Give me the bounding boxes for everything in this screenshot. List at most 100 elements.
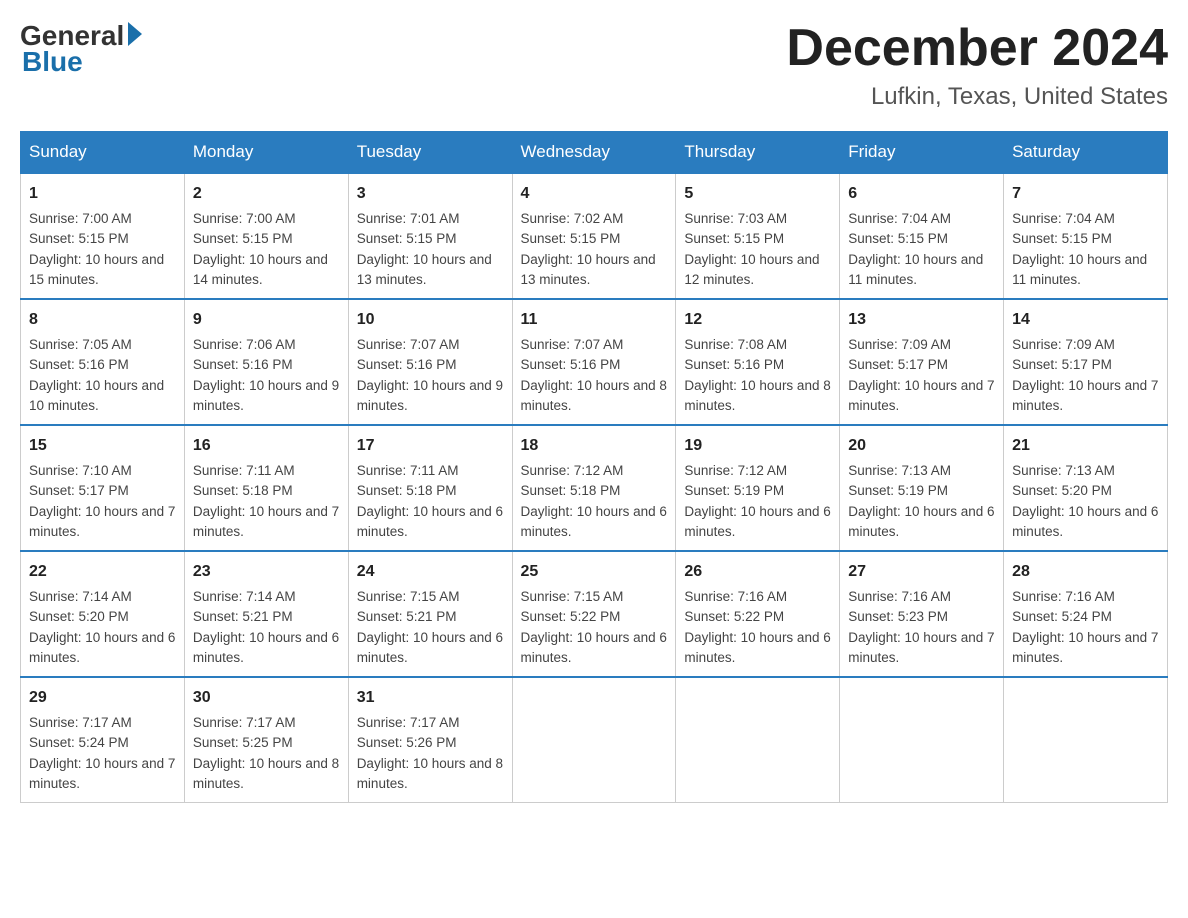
day-number: 13	[848, 308, 995, 332]
calendar-day-cell: 3 Sunrise: 7:01 AMSunset: 5:15 PMDaylight…	[348, 173, 512, 299]
calendar-day-cell: 18 Sunrise: 7:12 AMSunset: 5:18 PMDayligh…	[512, 425, 676, 551]
calendar-day-cell	[512, 677, 676, 803]
day-number: 5	[684, 182, 831, 206]
calendar-day-cell	[1004, 677, 1168, 803]
day-info: Sunrise: 7:15 AMSunset: 5:22 PMDaylight:…	[521, 589, 667, 665]
calendar-header-monday: Monday	[184, 132, 348, 174]
day-number: 11	[521, 308, 668, 332]
day-number: 25	[521, 560, 668, 584]
calendar-header-row: SundayMondayTuesdayWednesdayThursdayFrid…	[21, 132, 1168, 174]
calendar-day-cell: 29 Sunrise: 7:17 AMSunset: 5:24 PMDayligh…	[21, 677, 185, 803]
day-info: Sunrise: 7:01 AMSunset: 5:15 PMDaylight:…	[357, 211, 492, 287]
day-number: 20	[848, 434, 995, 458]
calendar-header-friday: Friday	[840, 132, 1004, 174]
calendar-header-saturday: Saturday	[1004, 132, 1168, 174]
day-info: Sunrise: 7:11 AMSunset: 5:18 PMDaylight:…	[193, 463, 339, 539]
day-info: Sunrise: 7:03 AMSunset: 5:15 PMDaylight:…	[684, 211, 819, 287]
calendar-day-cell: 24Sunrise: 7:15 AMSunset: 5:21 PMDayligh…	[348, 551, 512, 677]
logo-blue-label: Blue	[22, 46, 83, 78]
day-number: 24	[357, 560, 504, 584]
day-info: Sunrise: 7:05 AMSunset: 5:16 PMDaylight:…	[29, 337, 164, 413]
calendar-table: SundayMondayTuesdayWednesdayThursdayFrid…	[20, 131, 1168, 803]
day-number: 22	[29, 560, 176, 584]
day-info: Sunrise: 7:04 AMSunset: 5:15 PMDaylight:…	[1012, 211, 1147, 287]
calendar-week-row: 22 Sunrise: 7:14 AMSunset: 5:20 PMDayligh…	[21, 551, 1168, 677]
day-number: 18	[521, 434, 668, 458]
day-number: 29	[29, 686, 176, 710]
day-number: 7	[1012, 182, 1159, 206]
location-label: Lufkin, Texas, United States	[786, 83, 1168, 111]
day-info: Sunrise: 7:07 AMSunset: 5:16 PMDaylight:…	[357, 337, 503, 413]
day-number: 31	[357, 686, 504, 710]
day-info: Sunrise: 7:09 AMSunset: 5:17 PMDaylight:…	[1012, 337, 1158, 413]
calendar-day-cell: 11 Sunrise: 7:07 AMSunset: 5:16 PMDayligh…	[512, 299, 676, 425]
day-number: 12	[684, 308, 831, 332]
day-number: 15	[29, 434, 176, 458]
calendar-day-cell: 13Sunrise: 7:09 AMSunset: 5:17 PMDayligh…	[840, 299, 1004, 425]
calendar-day-cell: 31Sunrise: 7:17 AMSunset: 5:26 PMDayligh…	[348, 677, 512, 803]
calendar-day-cell: 27 Sunrise: 7:16 AMSunset: 5:23 PMDayligh…	[840, 551, 1004, 677]
calendar-day-cell: 14 Sunrise: 7:09 AMSunset: 5:17 PMDayligh…	[1004, 299, 1168, 425]
calendar-day-cell	[676, 677, 840, 803]
calendar-day-cell: 8 Sunrise: 7:05 AMSunset: 5:16 PMDaylight…	[21, 299, 185, 425]
calendar-day-cell: 28Sunrise: 7:16 AMSunset: 5:24 PMDayligh…	[1004, 551, 1168, 677]
month-title: December 2024	[786, 20, 1168, 77]
day-info: Sunrise: 7:00 AMSunset: 5:15 PMDaylight:…	[29, 211, 164, 287]
calendar-day-cell: 17Sunrise: 7:11 AMSunset: 5:18 PMDayligh…	[348, 425, 512, 551]
calendar-day-cell: 15 Sunrise: 7:10 AMSunset: 5:17 PMDayligh…	[21, 425, 185, 551]
logo: General Blue	[20, 20, 142, 78]
calendar-week-row: 15 Sunrise: 7:10 AMSunset: 5:17 PMDayligh…	[21, 425, 1168, 551]
day-info: Sunrise: 7:12 AMSunset: 5:18 PMDaylight:…	[521, 463, 667, 539]
logo-arrow-icon	[128, 22, 142, 46]
day-info: Sunrise: 7:14 AMSunset: 5:20 PMDaylight:…	[29, 589, 175, 665]
day-number: 4	[521, 182, 668, 206]
calendar-day-cell: 5 Sunrise: 7:03 AMSunset: 5:15 PMDaylight…	[676, 173, 840, 299]
calendar-day-cell: 2 Sunrise: 7:00 AMSunset: 5:15 PMDaylight…	[184, 173, 348, 299]
calendar-day-cell: 19Sunrise: 7:12 AMSunset: 5:19 PMDayligh…	[676, 425, 840, 551]
calendar-header-wednesday: Wednesday	[512, 132, 676, 174]
day-info: Sunrise: 7:11 AMSunset: 5:18 PMDaylight:…	[357, 463, 503, 539]
day-number: 27	[848, 560, 995, 584]
day-number: 10	[357, 308, 504, 332]
day-number: 2	[193, 182, 340, 206]
day-info: Sunrise: 7:17 AMSunset: 5:25 PMDaylight:…	[193, 715, 339, 791]
title-section: December 2024 Lufkin, Texas, United Stat…	[786, 20, 1168, 111]
calendar-day-cell: 9 Sunrise: 7:06 AMSunset: 5:16 PMDaylight…	[184, 299, 348, 425]
calendar-day-cell: 26 Sunrise: 7:16 AMSunset: 5:22 PMDayligh…	[676, 551, 840, 677]
calendar-day-cell: 10 Sunrise: 7:07 AMSunset: 5:16 PMDayligh…	[348, 299, 512, 425]
day-number: 9	[193, 308, 340, 332]
day-number: 19	[684, 434, 831, 458]
day-number: 8	[29, 308, 176, 332]
day-info: Sunrise: 7:16 AMSunset: 5:23 PMDaylight:…	[848, 589, 994, 665]
day-info: Sunrise: 7:16 AMSunset: 5:24 PMDaylight:…	[1012, 589, 1158, 665]
calendar-day-cell	[840, 677, 1004, 803]
day-info: Sunrise: 7:16 AMSunset: 5:22 PMDaylight:…	[684, 589, 830, 665]
calendar-day-cell: 1 Sunrise: 7:00 AMSunset: 5:15 PMDaylight…	[21, 173, 185, 299]
calendar-header-thursday: Thursday	[676, 132, 840, 174]
day-info: Sunrise: 7:06 AMSunset: 5:16 PMDaylight:…	[193, 337, 339, 413]
calendar-day-cell: 7 Sunrise: 7:04 AMSunset: 5:15 PMDaylight…	[1004, 173, 1168, 299]
day-info: Sunrise: 7:10 AMSunset: 5:17 PMDaylight:…	[29, 463, 175, 539]
day-info: Sunrise: 7:13 AMSunset: 5:20 PMDaylight:…	[1012, 463, 1158, 539]
calendar-day-cell: 20Sunrise: 7:13 AMSunset: 5:19 PMDayligh…	[840, 425, 1004, 551]
day-info: Sunrise: 7:00 AMSunset: 5:15 PMDaylight:…	[193, 211, 328, 287]
day-number: 16	[193, 434, 340, 458]
day-number: 30	[193, 686, 340, 710]
calendar-week-row: 8 Sunrise: 7:05 AMSunset: 5:16 PMDaylight…	[21, 299, 1168, 425]
day-number: 6	[848, 182, 995, 206]
calendar-day-cell: 22 Sunrise: 7:14 AMSunset: 5:20 PMDayligh…	[21, 551, 185, 677]
day-info: Sunrise: 7:17 AMSunset: 5:24 PMDaylight:…	[29, 715, 175, 791]
calendar-header-sunday: Sunday	[21, 132, 185, 174]
calendar-day-cell: 12Sunrise: 7:08 AMSunset: 5:16 PMDayligh…	[676, 299, 840, 425]
day-number: 1	[29, 182, 176, 206]
day-number: 23	[193, 560, 340, 584]
day-info: Sunrise: 7:07 AMSunset: 5:16 PMDaylight:…	[521, 337, 667, 413]
day-info: Sunrise: 7:14 AMSunset: 5:21 PMDaylight:…	[193, 589, 339, 665]
day-number: 3	[357, 182, 504, 206]
day-number: 26	[684, 560, 831, 584]
day-number: 14	[1012, 308, 1159, 332]
page-header: General Blue December 2024 Lufkin, Texas…	[20, 20, 1168, 111]
day-info: Sunrise: 7:04 AMSunset: 5:15 PMDaylight:…	[848, 211, 983, 287]
calendar-day-cell: 16 Sunrise: 7:11 AMSunset: 5:18 PMDayligh…	[184, 425, 348, 551]
calendar-day-cell: 4Sunrise: 7:02 AMSunset: 5:15 PMDaylight…	[512, 173, 676, 299]
